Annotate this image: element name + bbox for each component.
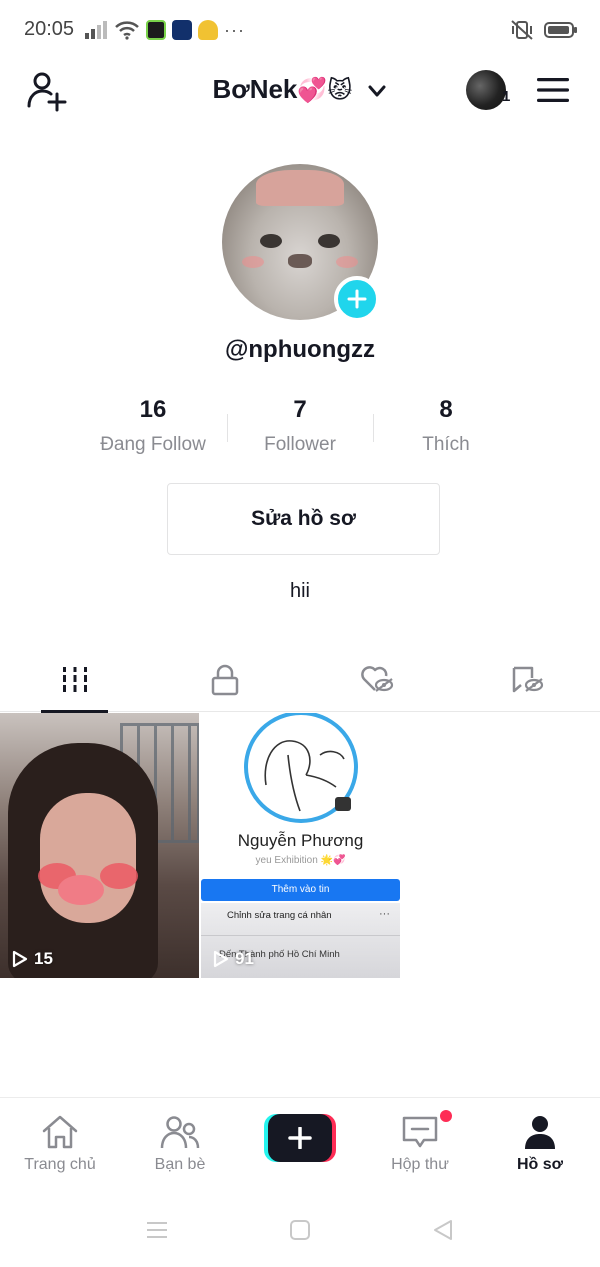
view-count-value: 15 xyxy=(34,949,53,968)
stat-following[interactable]: 16 Đang Follow xyxy=(80,392,226,460)
home-button-icon[interactable] xyxy=(289,1219,311,1241)
bottom-nav: Trang chủ Bạn bè Hộp thư Hồ sơ xyxy=(0,1097,600,1193)
stat-likes-label: Thích xyxy=(422,434,470,455)
system-nav-bar xyxy=(0,1193,600,1267)
story-avatar[interactable] xyxy=(466,70,506,110)
battery-icon xyxy=(544,22,577,38)
nav-friends-label: Bạn bè xyxy=(154,1156,206,1173)
chevron-down-icon xyxy=(368,85,386,97)
thumbnail-cheek xyxy=(100,863,138,889)
status-left-icons: ··· xyxy=(84,18,245,42)
inbox-notification-dot xyxy=(440,1110,452,1122)
profile-avatar-container[interactable] xyxy=(222,164,380,322)
account-name: BơNek xyxy=(212,74,298,104)
avatar-blush-right xyxy=(336,256,358,268)
thumbnail-snout xyxy=(58,875,104,905)
plus-icon xyxy=(347,289,367,309)
create-button[interactable] xyxy=(264,1114,336,1162)
thumbnail-add-story: Thêm vào tin xyxy=(201,879,400,901)
profile-header: BơNek💞😾 1 xyxy=(0,60,600,124)
stat-followers-value: 7 xyxy=(293,396,307,423)
tab-videos[interactable] xyxy=(0,648,150,713)
nav-create[interactable] xyxy=(240,1098,360,1194)
wifi-icon xyxy=(115,21,139,40)
add-avatar-button[interactable] xyxy=(334,276,380,322)
profile-stats: 16 Đang Follow 7 Follower 8 Thích xyxy=(80,392,520,464)
menu-icon[interactable] xyxy=(536,76,570,104)
game-app-icon xyxy=(198,20,218,40)
stat-followers-label: Follower xyxy=(264,434,336,455)
avatar-hat xyxy=(256,170,344,206)
video-thumbnail[interactable]: 15 xyxy=(0,713,199,978)
nav-inbox-label: Hộp thư xyxy=(391,1156,449,1173)
username: @nphuongzz xyxy=(224,336,376,363)
nav-profile-label: Hồ sơ xyxy=(516,1156,564,1173)
lock-icon xyxy=(211,664,239,696)
nav-friends[interactable]: Bạn bè xyxy=(120,1098,240,1194)
nav-inbox[interactable]: Hộp thư xyxy=(360,1098,480,1194)
profile-tabs xyxy=(0,648,600,713)
plus-icon xyxy=(288,1127,312,1149)
account-name-emoji: 💞😾 xyxy=(297,77,353,104)
thumbnail-divider xyxy=(201,935,400,936)
recent-apps-icon[interactable] xyxy=(146,1219,168,1241)
avatar-eye-left xyxy=(260,234,282,248)
stat-following-value: 16 xyxy=(139,396,167,423)
stat-followers[interactable]: 7 Follower xyxy=(227,392,373,460)
play-icon xyxy=(213,950,229,968)
nav-home-label: Trang chủ xyxy=(24,1156,96,1173)
stat-following-label: Đang Follow xyxy=(100,434,206,455)
video-thumbnail[interactable]: Nguyễn Phương yeu Exhibition 🌟💞 Thêm vào… xyxy=(201,713,400,978)
back-icon[interactable] xyxy=(432,1219,454,1241)
profile-bio: hii xyxy=(289,580,310,602)
nav-home[interactable]: Trang chủ xyxy=(0,1098,120,1194)
app-notification-icon xyxy=(146,20,166,40)
view-count: 15 xyxy=(12,949,53,969)
story-count: 1 xyxy=(502,88,511,105)
shield-app-icon xyxy=(172,20,192,40)
camera-icon xyxy=(335,797,351,811)
status-bar: 20:05 ··· xyxy=(0,0,600,60)
avatar-blush-left xyxy=(242,256,264,268)
bookmark-hidden-icon xyxy=(512,666,544,693)
tab-liked-hidden[interactable] xyxy=(300,648,450,712)
thumbnail-name: Nguyễn Phương xyxy=(237,831,364,850)
nav-profile[interactable]: Hồ sơ xyxy=(480,1098,600,1194)
thumbnail-edit-text: Chỉnh sửa trang cá nhân xyxy=(227,910,332,921)
heart-hidden-icon xyxy=(361,666,394,692)
video-grid: 15 Nguyễn Phương yeu Exhibition 🌟💞 Thêm … xyxy=(0,713,600,979)
stat-likes[interactable]: 8 Thích xyxy=(373,392,519,460)
edit-profile-button[interactable]: Sửa hồ sơ xyxy=(167,483,440,555)
friends-icon xyxy=(160,1116,200,1149)
tab-private[interactable] xyxy=(150,648,300,712)
signal-icon xyxy=(85,21,107,39)
tab-favorites-hidden[interactable] xyxy=(450,648,600,712)
home-icon xyxy=(42,1115,78,1149)
profile-icon xyxy=(525,1116,555,1149)
vibrate-mute-icon xyxy=(511,20,533,40)
grid-icon xyxy=(63,667,87,692)
inbox-icon xyxy=(402,1116,438,1148)
thumbnail-subtitle: yeu Exhibition 🌟💞 xyxy=(255,855,346,866)
view-count-value: 91 xyxy=(235,949,254,968)
avatar-eye-right xyxy=(318,234,340,248)
play-icon xyxy=(12,950,28,968)
view-count: 91 xyxy=(213,949,254,969)
status-right-icons xyxy=(510,18,578,42)
thumbnail-dots: ··· xyxy=(379,908,390,920)
more-notifications-icon: ··· xyxy=(224,19,245,40)
avatar-nose xyxy=(288,254,312,268)
stat-likes-value: 8 xyxy=(439,396,453,423)
status-time: 20:05 xyxy=(24,18,75,40)
